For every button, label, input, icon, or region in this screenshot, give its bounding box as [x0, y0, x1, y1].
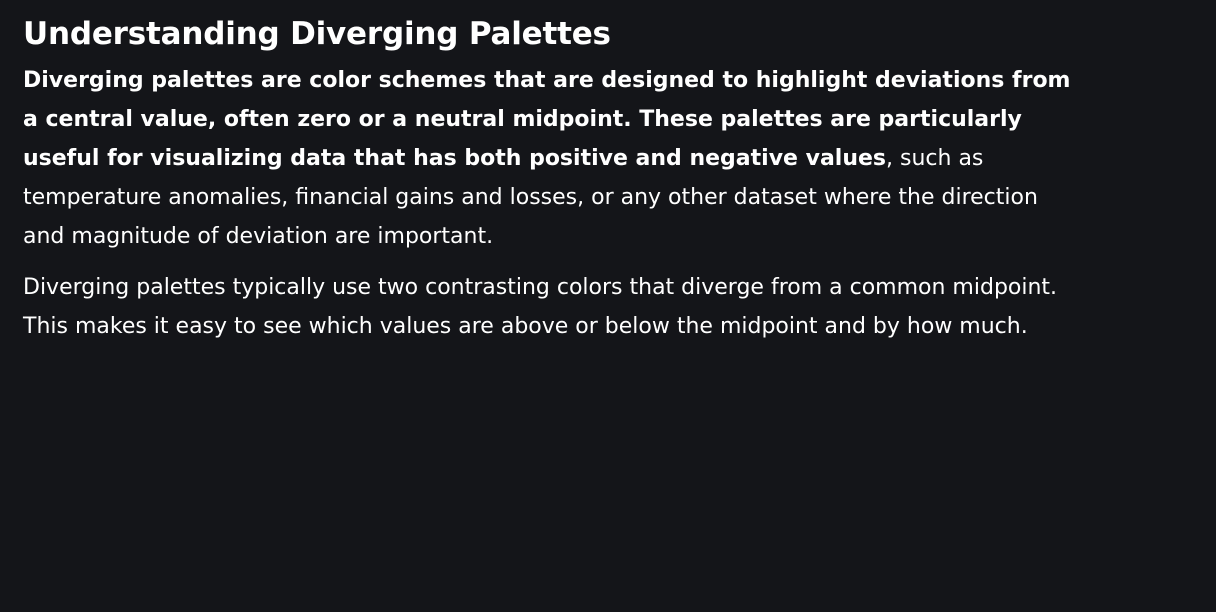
- document: Understanding Diverging Palettes Divergi…: [23, 14, 1083, 346]
- page-title: Understanding Diverging Palettes: [23, 16, 611, 52]
- intro-paragraph: Diverging palettes are color schemes tha…: [23, 61, 1083, 256]
- explanation-paragraph: Diverging palettes typically use two con…: [23, 275, 1058, 339]
